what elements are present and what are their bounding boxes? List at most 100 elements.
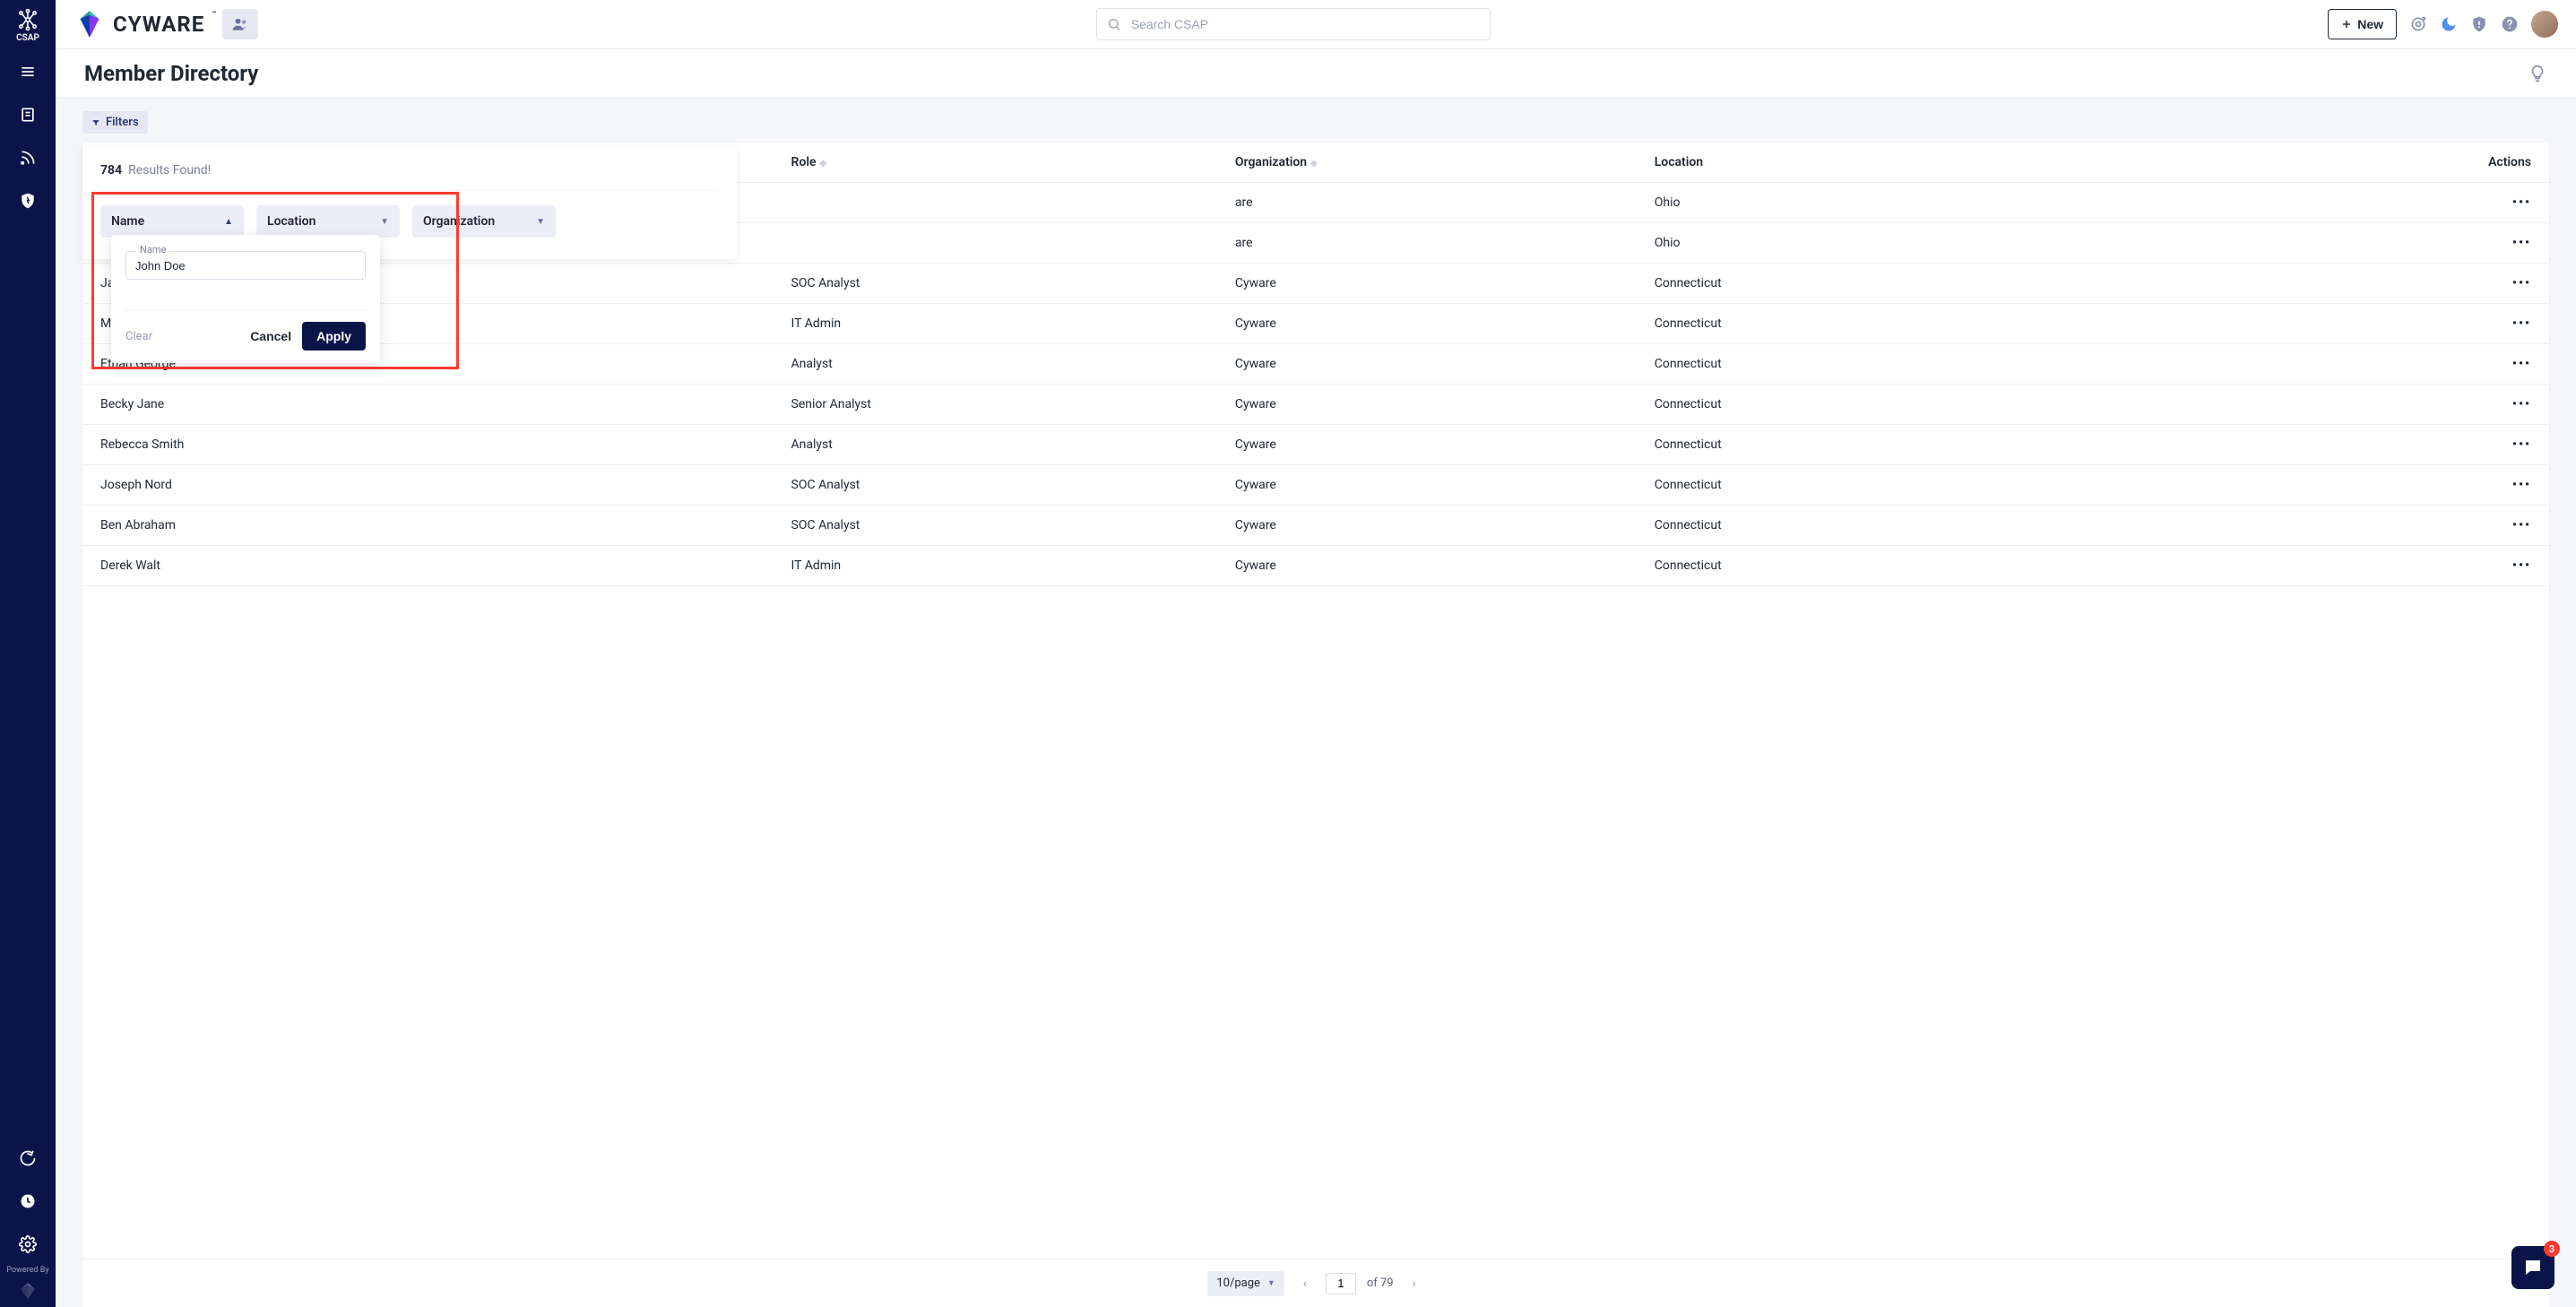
book-icon <box>19 106 37 124</box>
topbar: CYWARE™ New <box>56 0 2576 48</box>
cell-actions: ••• <box>2303 506 2549 546</box>
table-row[interactable]: Rebecca SmithAnalystCywareConnecticut••• <box>82 425 2549 465</box>
row-actions-button[interactable]: ••• <box>2512 316 2531 331</box>
filter-dropdown-name[interactable]: Name ▲ <box>100 205 244 238</box>
cell-organization: are <box>1217 183 1637 223</box>
page-title: Member Directory <box>84 61 258 86</box>
search-input[interactable] <box>1096 8 1491 40</box>
table-row[interactable]: JaSOC AnalystCywareConnecticut••• <box>82 264 2549 304</box>
col-header-organization[interactable]: Organization◆ <box>1217 143 1637 183</box>
row-actions-button[interactable]: ••• <box>2512 236 2531 250</box>
row-actions-button[interactable]: ••• <box>2512 195 2531 210</box>
members-button[interactable] <box>222 9 258 39</box>
funnel-icon <box>91 118 100 127</box>
sidebar-item-sync[interactable] <box>0 1137 56 1180</box>
shield-alert-icon[interactable] <box>2470 15 2488 33</box>
help-icon[interactable] <box>2501 15 2519 33</box>
chat-button[interactable]: 3 <box>2511 1246 2554 1289</box>
cell-organization: Cyware <box>1217 425 1637 465</box>
main: CYWARE™ New Member <box>56 0 2576 1307</box>
cell-role <box>774 223 1217 264</box>
page-size-label: 10/page <box>1216 1277 1260 1290</box>
page-input[interactable] <box>1326 1273 1356 1294</box>
cell-role: Analyst <box>774 425 1217 465</box>
cell-location: Ohio <box>1637 223 2303 264</box>
moon-icon[interactable] <box>2440 15 2458 33</box>
page-prev[interactable]: ‹ <box>1295 1274 1315 1294</box>
filter-dropdown-location[interactable]: Location ▼ <box>256 205 400 238</box>
gear-icon <box>19 1235 37 1253</box>
cell-role: IT Admin <box>774 304 1217 344</box>
brand-text: CYWARE™ <box>113 12 204 37</box>
row-actions-button[interactable]: ••• <box>2512 357 2531 371</box>
cell-organization: Cyware <box>1217 344 1637 385</box>
powered-by-label: Powered By <box>6 1266 48 1275</box>
cell-actions: ••• <box>2303 304 2549 344</box>
network-icon <box>16 8 39 31</box>
filters-label: Filters <box>106 116 139 129</box>
sidebar-item-clock[interactable] <box>0 1180 56 1223</box>
table-row[interactable]: Ben AbrahamSOC AnalystCywareConnecticut•… <box>82 506 2549 546</box>
row-actions-button[interactable]: ••• <box>2512 276 2531 290</box>
name-field-label: Name <box>136 244 169 255</box>
cancel-button[interactable]: Cancel <box>250 329 291 343</box>
cyware-mark-icon <box>17 1280 39 1302</box>
caret-down-icon: ▼ <box>380 217 389 227</box>
target-icon[interactable] <box>2409 15 2427 33</box>
shield-icon <box>19 192 37 210</box>
page-next[interactable]: › <box>1405 1274 1424 1294</box>
avatar[interactable] <box>2531 11 2558 38</box>
cell-actions: ••• <box>2303 385 2549 425</box>
sidebar-item-feed[interactable] <box>0 136 56 179</box>
cell-role: Senior Analyst <box>774 385 1217 425</box>
table-row[interactable]: Derek WaltIT AdminCywareConnecticut••• <box>82 546 2549 586</box>
cell-role: SOC Analyst <box>774 264 1217 304</box>
page-size-select[interactable]: 10/page ▼ <box>1207 1271 1284 1296</box>
cell-location: Connecticut <box>1637 465 2303 506</box>
sidebar-item-security[interactable] <box>0 179 56 222</box>
row-actions-button[interactable]: ••• <box>2512 518 2531 532</box>
cell-name: Becky Jane <box>82 385 774 425</box>
new-button-label: New <box>2357 17 2383 31</box>
table-row[interactable]: Ethan GeorgeAnalystCywareConnecticut••• <box>82 344 2549 385</box>
cell-role <box>774 183 1217 223</box>
table-row[interactable]: MIT AdminCywareConnecticut••• <box>82 304 2549 344</box>
sidebar-item-menu[interactable] <box>0 50 56 93</box>
new-button[interactable]: New <box>2328 9 2397 39</box>
page-of-label: of 79 <box>1367 1277 1394 1290</box>
rss-icon <box>19 149 37 167</box>
clear-button[interactable]: Clear <box>125 330 152 343</box>
apply-button[interactable]: Apply <box>302 322 366 351</box>
col-header-location[interactable]: Location <box>1637 143 2303 183</box>
sidebar-item-settings[interactable] <box>0 1223 56 1266</box>
filter-dropdown-organization[interactable]: Organization ▼ <box>412 205 556 238</box>
table-row[interactable]: Becky JaneSenior AnalystCywareConnecticu… <box>82 385 2549 425</box>
cell-actions: ••• <box>2303 425 2549 465</box>
row-actions-button[interactable]: ••• <box>2512 437 2531 452</box>
brand[interactable]: CYWARE™ <box>73 8 204 40</box>
pagination: 10/page ▼ ‹ of 79 › <box>82 1259 2549 1307</box>
filters-button[interactable]: Filters <box>82 111 148 134</box>
cell-actions: ••• <box>2303 183 2549 223</box>
col-header-role[interactable]: Role◆ <box>774 143 1217 183</box>
row-actions-button[interactable]: ••• <box>2512 558 2531 573</box>
cell-organization: Cyware <box>1217 506 1637 546</box>
table-row[interactable]: Joseph NordSOC AnalystCywareConnecticut•… <box>82 465 2549 506</box>
sidebar-item-docs[interactable] <box>0 93 56 136</box>
caret-up-icon: ▲ <box>224 217 233 227</box>
row-actions-button[interactable]: ••• <box>2512 478 2531 492</box>
menu-icon <box>19 63 37 81</box>
sidebar-app-logo[interactable]: CSAP <box>10 7 46 43</box>
cell-location: Connecticut <box>1637 546 2303 586</box>
filter-dropdown-location-label: Location <box>267 214 316 229</box>
bulb-icon[interactable] <box>2528 64 2547 83</box>
filter-dropdown-organization-label: Organization <box>423 214 495 229</box>
cell-organization: Cyware <box>1217 304 1637 344</box>
row-actions-button[interactable]: ••• <box>2512 397 2531 411</box>
cell-actions: ••• <box>2303 465 2549 506</box>
caret-down-icon: ▼ <box>1267 1278 1275 1288</box>
users-icon <box>231 15 249 33</box>
sidebar-app-code: CSAP <box>16 33 39 43</box>
cell-organization: Cyware <box>1217 546 1637 586</box>
cell-name: Rebecca Smith <box>82 425 774 465</box>
